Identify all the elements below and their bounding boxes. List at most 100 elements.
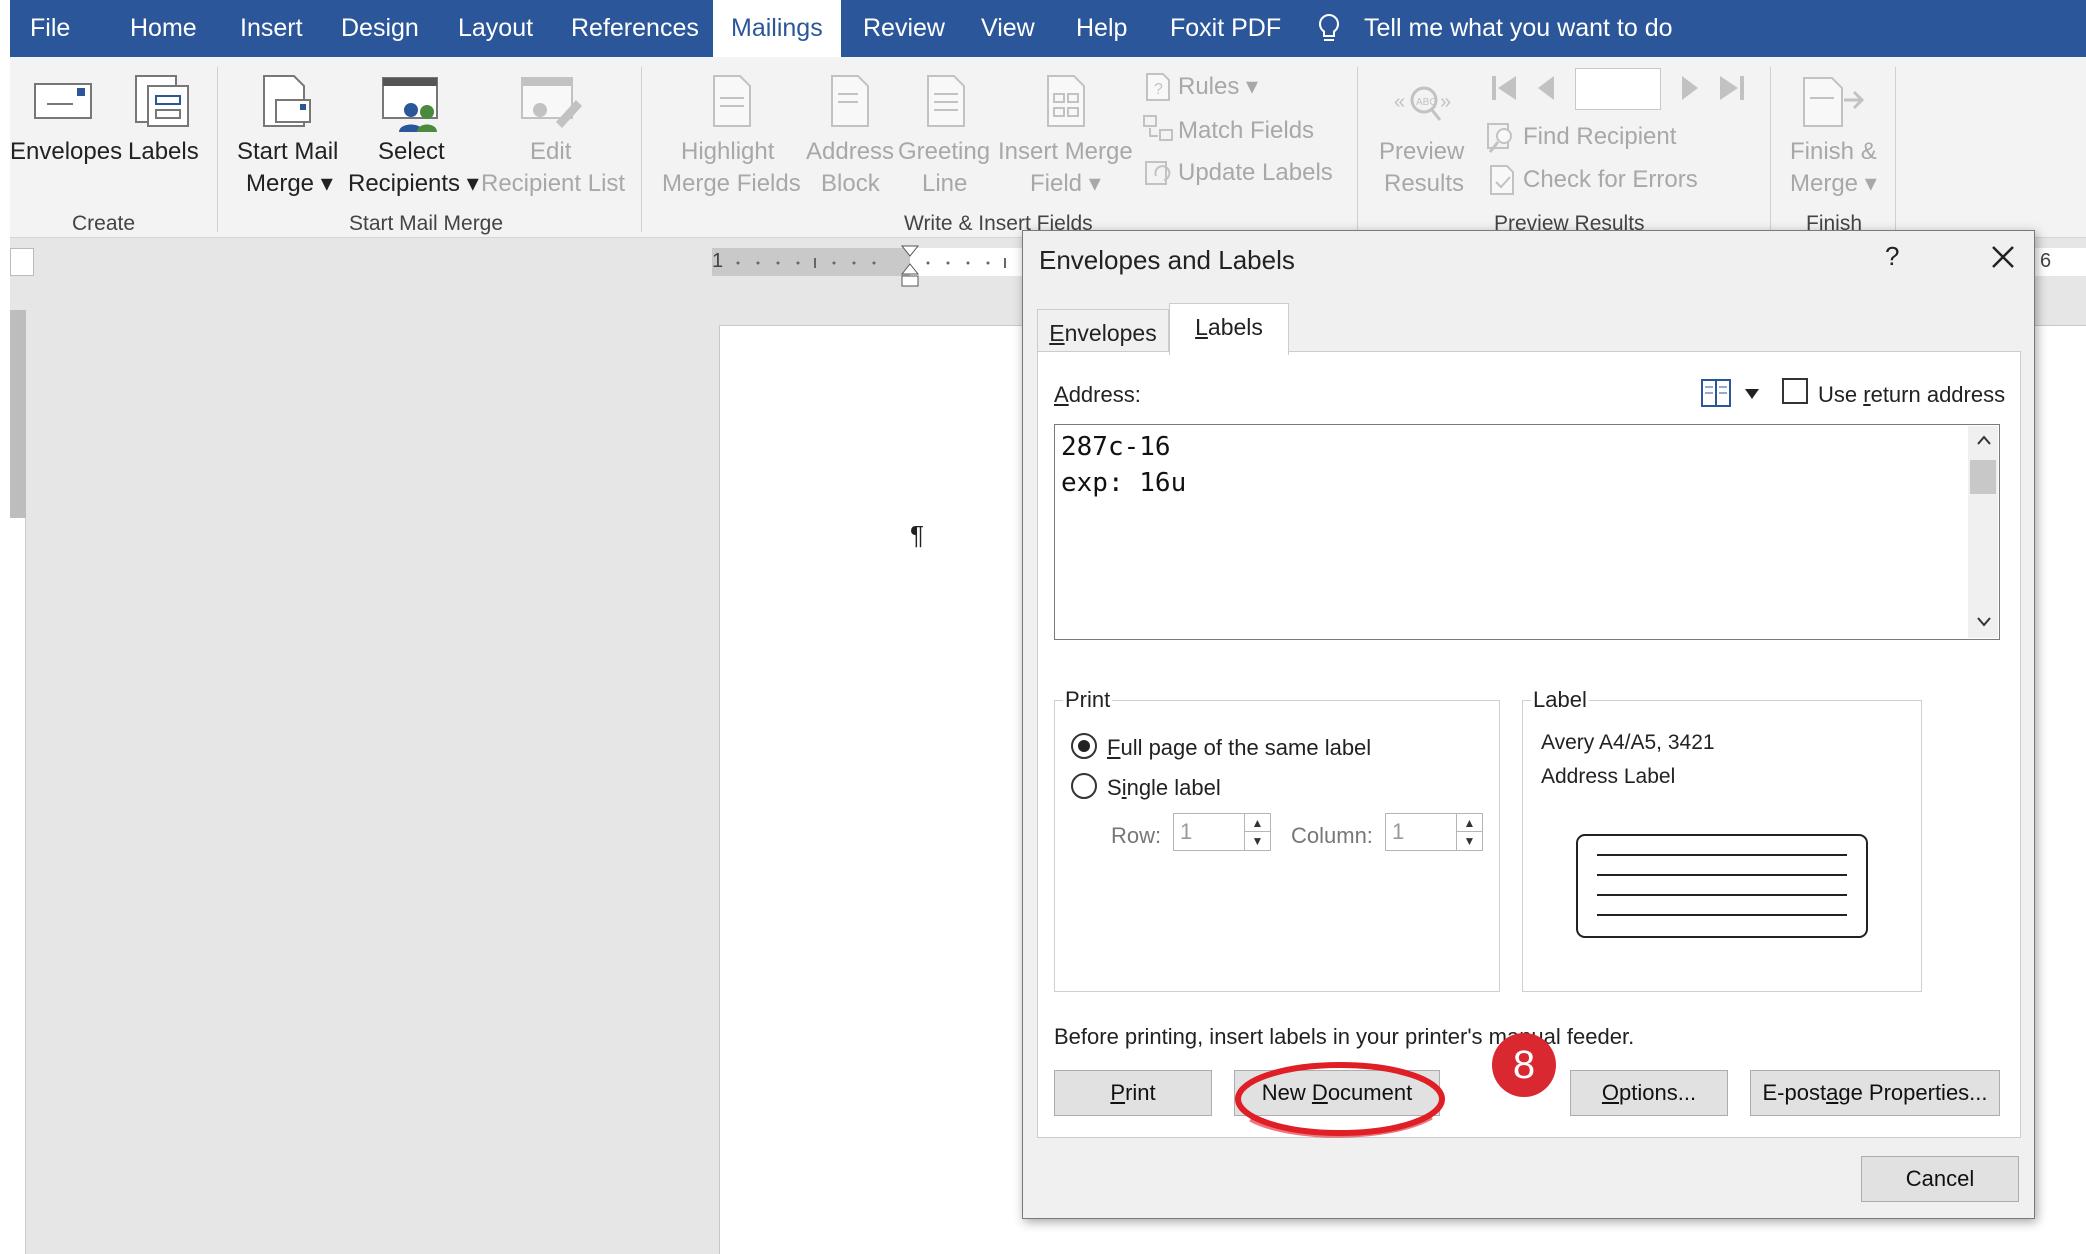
label-group-title: Label (1531, 687, 1589, 713)
address-textarea[interactable]: 287c-16 exp: 16u (1054, 424, 2000, 640)
envelope-icon[interactable] (33, 80, 93, 120)
insert-merge-field-icon (1047, 75, 1085, 127)
menu-review[interactable]: Review (863, 0, 945, 57)
select-recipients-label-1[interactable]: Select (378, 136, 445, 168)
options-text[interactable]: ptions... (1619, 1080, 1696, 1105)
rules-button: Rules ▾ (1178, 73, 1259, 100)
indent-marker-icon[interactable] (900, 244, 920, 290)
menu-home[interactable]: Home (130, 0, 197, 57)
row-up-icon: ▲ (1244, 814, 1270, 832)
rules-icon: ? (1146, 73, 1170, 101)
highlight-label-1: Highlight (681, 138, 775, 165)
tab-envelopes-accel[interactable]: E (1049, 320, 1064, 346)
use-return-pre[interactable]: Use (1818, 382, 1863, 407)
full-page-text[interactable]: ull page of the same label (1120, 735, 1371, 760)
help-button[interactable]: ? (1885, 241, 1899, 272)
match-fields-icon (1143, 115, 1173, 141)
menu-references[interactable]: References (571, 0, 699, 57)
row-down-icon: ▼ (1244, 832, 1270, 850)
finish-merge-label-1: Finish & (1790, 138, 1877, 165)
full-page-label[interactable]: Full page of the same label (1107, 735, 1371, 761)
label-vendor[interactable]: Avery A4/A5, 3421 (1541, 731, 1715, 755)
epostage-text[interactable]: ge Properties... (1838, 1080, 1987, 1105)
use-return-text[interactable]: eturn address (1871, 382, 2006, 407)
print-button[interactable]: Print (1054, 1070, 1212, 1116)
lightbulb-icon (1318, 13, 1340, 41)
full-page-radio[interactable] (1071, 733, 1097, 759)
menu-layout[interactable]: Layout (458, 0, 533, 57)
print-accel[interactable]: P (1110, 1080, 1125, 1105)
address-text[interactable]: 287c-16 exp: 16u (1061, 429, 1186, 501)
highlight-label-2: Merge Fields (662, 170, 801, 197)
label-type[interactable]: Address Label (1541, 765, 1675, 789)
menu-file[interactable]: File (30, 0, 70, 57)
labels-button[interactable]: Labels (128, 136, 199, 168)
paragraph-mark: ¶ (910, 520, 924, 550)
labels-icon[interactable] (132, 72, 192, 130)
tab-envelopes[interactable]: Envelopes (1037, 309, 1169, 355)
row-label: Row: (1111, 823, 1162, 848)
group-create: Create (72, 212, 136, 235)
tab-labels-accel[interactable]: L (1195, 314, 1208, 340)
menu-view[interactable]: View (981, 0, 1035, 57)
menu-foxit-pdf[interactable]: Foxit PDF (1170, 0, 1281, 57)
tab-labels[interactable]: Labels (1169, 303, 1289, 355)
tab-labels-text[interactable]: abels (1208, 314, 1263, 340)
dialog-title: Envelopes and Labels (1039, 245, 1295, 275)
insert-merge-label-1: Insert Merge (998, 138, 1133, 165)
menu-mailings[interactable]: Mailings (713, 0, 841, 57)
finish-merge-icon (1803, 77, 1865, 127)
label-group[interactable]: Label Avery A4/A5, 3421 Address Label (1522, 687, 1922, 992)
close-icon[interactable] (1983, 237, 2023, 277)
envelopes-button[interactable]: Envelopes (10, 136, 122, 168)
finish-merge-text: Merge (1790, 170, 1859, 197)
select-recipients-label-2[interactable]: Recipients ▾ (348, 168, 479, 200)
options-accel[interactable]: O (1602, 1080, 1619, 1105)
menu-design[interactable]: Design (341, 0, 419, 57)
preview-results-label-1: Preview (1379, 138, 1465, 165)
address-block-label-1: Address (806, 138, 895, 165)
start-mail-merge-text[interactable]: Merge (246, 170, 314, 197)
edit-recipient-label-1: Edit (530, 138, 572, 165)
start-mail-merge-label-1[interactable]: Start Mail (237, 136, 338, 168)
address-scrollbar[interactable] (1968, 426, 1998, 638)
scroll-down-icon[interactable] (1976, 616, 1992, 628)
chevron-down-icon[interactable] (1744, 388, 1760, 400)
start-mail-merge-icon[interactable] (258, 72, 318, 130)
tell-me-search[interactable]: Tell me what you want to do (1364, 0, 1673, 57)
full-page-accel[interactable]: F (1107, 735, 1120, 760)
print-text[interactable]: rint (1125, 1080, 1156, 1105)
tab-selector[interactable] (10, 248, 34, 276)
scroll-thumb[interactable] (1970, 460, 1996, 494)
scroll-up-icon[interactable] (1976, 434, 1992, 446)
menu-help[interactable]: Help (1076, 0, 1127, 57)
tab-envelopes-text[interactable]: nvelopes (1065, 320, 1157, 346)
start-mail-merge-label-2[interactable]: Merge ▾ (246, 168, 333, 200)
options-button[interactable]: Options... (1570, 1070, 1728, 1116)
single-label-label[interactable]: Single label (1107, 775, 1221, 801)
single-text[interactable]: ngle label (1127, 775, 1221, 800)
cancel-button[interactable]: Cancel (1861, 1156, 2019, 1202)
epostage-properties-button[interactable]: E-postage Properties... (1750, 1070, 2000, 1116)
ribbon-divider (1770, 67, 1771, 232)
address-book-icon[interactable] (1700, 378, 1736, 410)
menu-insert[interactable]: Insert (240, 0, 303, 57)
epostage-pre[interactable]: E-post (1762, 1080, 1826, 1105)
use-return-address-label[interactable]: Use return address (1818, 382, 2005, 408)
single-pre[interactable]: S (1107, 775, 1122, 800)
ribbon-divider (217, 67, 218, 232)
select-recipients-icon[interactable] (381, 76, 445, 132)
svg-text:«: « (1394, 91, 1405, 113)
epostage-accel[interactable]: a (1826, 1080, 1838, 1105)
select-recipients-text[interactable]: Recipients (348, 170, 460, 197)
use-return-address-checkbox[interactable] (1782, 378, 1808, 404)
single-label-radio[interactable] (1071, 773, 1097, 799)
label-preview-icon[interactable] (1575, 833, 1871, 941)
use-return-accel[interactable]: r (1863, 382, 1870, 407)
column-value: 1 (1392, 819, 1405, 844)
greeting-line-label-2: Line (922, 170, 968, 197)
menu-bar (10, 0, 2086, 57)
row-value: 1 (1180, 819, 1193, 844)
insert-merge-label-2: Field ▾ (1030, 170, 1101, 197)
column-down-icon: ▼ (1456, 832, 1482, 850)
